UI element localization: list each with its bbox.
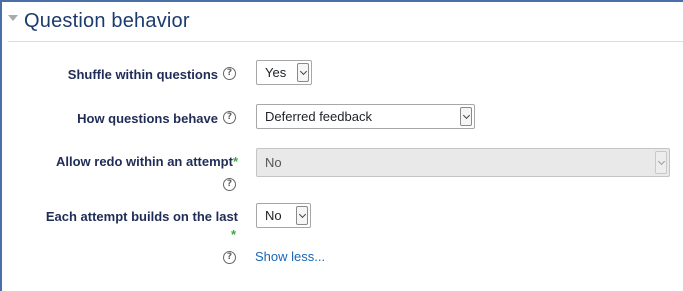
collapse-caret-icon[interactable] [8, 14, 18, 21]
shuffle-dropdown-arrow-icon[interactable] [297, 63, 309, 82]
builds-help-glyph: ? [226, 252, 233, 262]
shuffle-label-text: Shuffle within questions [67, 67, 218, 82]
redo-help-icon[interactable]: ? [223, 178, 236, 191]
builds-dropdown-arrow-icon[interactable] [296, 206, 308, 225]
redo-select: No [256, 148, 670, 177]
shuffle-select[interactable]: Yes [256, 60, 312, 85]
question-behavior-fieldset: Question behavior Shuffle within questio… [0, 0, 683, 291]
redo-label-text: Allow redo within an attempt [55, 154, 233, 169]
chevron-down-icon [462, 111, 470, 119]
shuffle-help-glyph: ? [226, 68, 233, 78]
builds-select-value: No [265, 208, 282, 223]
builds-select[interactable]: No [256, 203, 311, 228]
shuffle-select-value: Yes [265, 65, 287, 80]
section-title[interactable]: Question behavior [24, 10, 190, 33]
redo-help-glyph: ? [226, 179, 233, 189]
behaviour-label: How questions behave [22, 110, 218, 128]
builds-label-text: Each attempt builds on the last [45, 209, 238, 224]
chevron-down-icon [299, 67, 307, 75]
behaviour-label-text: How questions behave [77, 111, 218, 126]
builds-help-icon[interactable]: ? [223, 251, 236, 264]
behaviour-select[interactable]: Deferred feedback [256, 104, 475, 129]
behaviour-dropdown-arrow-icon[interactable] [460, 107, 472, 126]
chevron-down-icon [657, 157, 665, 165]
redo-label: Allow redo within an attempt* [22, 153, 238, 171]
behaviour-help-icon[interactable]: ? [223, 111, 236, 124]
shuffle-help-icon[interactable]: ? [223, 67, 236, 80]
show-less-link[interactable]: Show less... [255, 249, 325, 264]
redo-dropdown-arrow-icon [655, 151, 667, 174]
section-header[interactable]: Question behavior [8, 10, 190, 33]
chevron-down-icon [298, 210, 306, 218]
behaviour-select-value: Deferred feedback [265, 109, 372, 124]
redo-required-icon: * [232, 154, 238, 169]
builds-required-icon: * [231, 227, 237, 242]
title-divider [8, 41, 683, 42]
behaviour-help-glyph: ? [226, 112, 233, 122]
builds-label: Each attempt builds on the last [22, 208, 238, 226]
redo-select-value: No [265, 155, 282, 170]
shuffle-label: Shuffle within questions [22, 66, 218, 84]
